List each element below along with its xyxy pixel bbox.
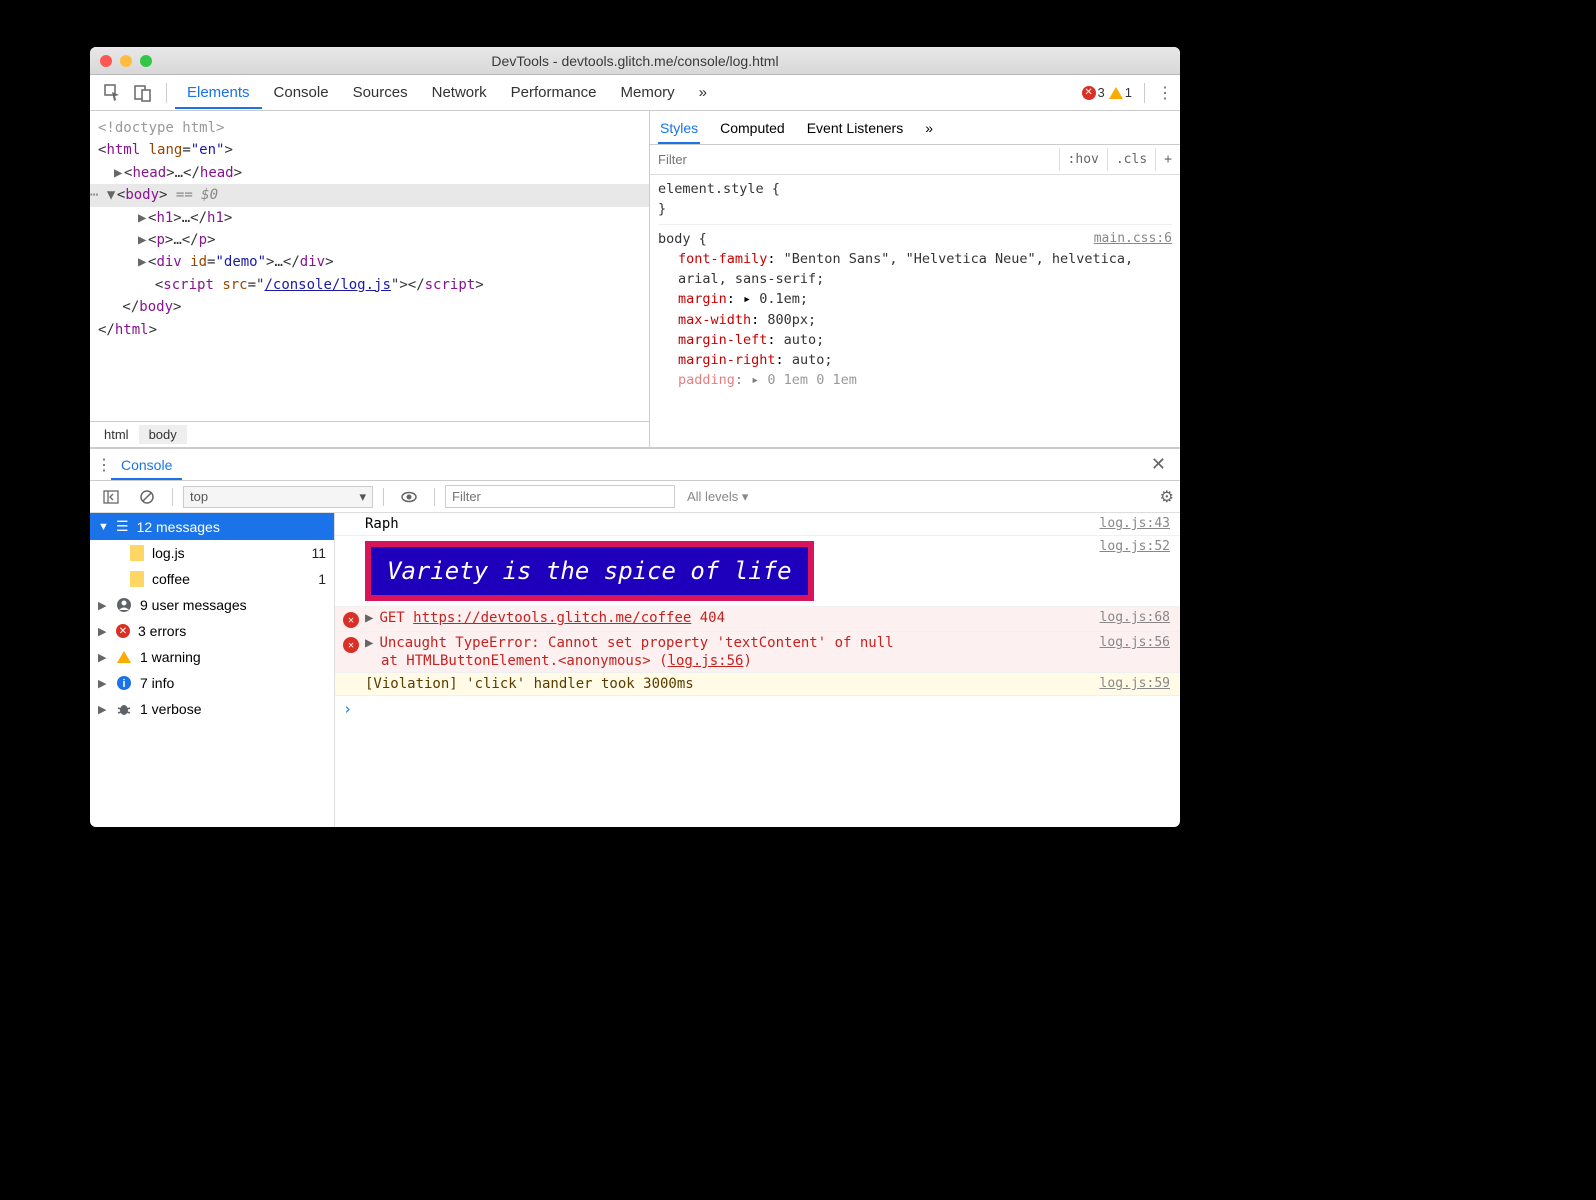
stab-more[interactable]: » — [923, 112, 935, 144]
log-message[interactable]: Raph log.js:43 — [335, 513, 1180, 536]
drawer-close-icon[interactable]: ✕ — [1143, 450, 1174, 479]
elements-panel: <!doctype html> <html lang="en"> ▶<head>… — [90, 111, 650, 447]
sidebar-user-messages[interactable]: ▶ 9 user messages — [90, 592, 334, 618]
log-levels-select[interactable]: All levels ▾ — [681, 487, 754, 507]
source-link[interactable]: log.js:43 — [1100, 516, 1170, 531]
main-panel: <!doctype html> <html lang="en"> ▶<head>… — [90, 111, 1180, 447]
add-rule-button[interactable]: + — [1155, 148, 1180, 171]
main-toolbar: Elements Console Sources Network Perform… — [90, 75, 1180, 111]
error-icon: ✕ — [116, 624, 130, 638]
console-sidebar: ▼ ☰ 12 messages log.js 11 coffee 1 ▶ — [90, 513, 335, 827]
styles-tabs: Styles Computed Event Listeners » — [650, 111, 1180, 145]
tab-sources[interactable]: Sources — [341, 76, 420, 109]
list-icon: ☰ — [116, 518, 129, 535]
tab-elements[interactable]: Elements — [175, 76, 262, 109]
sidebar-file-logjs[interactable]: log.js 11 — [90, 540, 334, 566]
clear-console-icon[interactable] — [136, 486, 158, 508]
network-error-message[interactable]: ✕ ▶ GET https://devtools.glitch.me/coffe… — [335, 607, 1180, 632]
sidebar-file-coffee[interactable]: coffee 1 — [90, 566, 334, 592]
warning-count[interactable]: 1 — [1109, 85, 1132, 100]
context-select[interactable]: top▾ — [183, 486, 373, 508]
menu-icon[interactable]: ⋮ — [1157, 83, 1172, 103]
styles-filter-input[interactable] — [650, 148, 1059, 171]
error-count[interactable]: ✕3 — [1082, 85, 1105, 100]
console-body: ▼ ☰ 12 messages log.js 11 coffee 1 ▶ — [90, 513, 1180, 827]
sidebar-errors[interactable]: ▶ ✕ 3 errors — [90, 618, 334, 644]
eye-icon[interactable] — [398, 486, 420, 508]
inspect-icon[interactable] — [102, 82, 124, 104]
styles-panel: Styles Computed Event Listeners » :hov .… — [650, 111, 1180, 447]
html-close[interactable]: </html> — [90, 319, 649, 341]
crumb-html[interactable]: html — [94, 425, 139, 444]
body-rule[interactable]: main.css:6 body { font-family: "Benton S… — [658, 224, 1172, 391]
warning-icon — [116, 649, 132, 665]
window-title: DevTools - devtools.glitch.me/console/lo… — [90, 53, 1180, 69]
info-icon: i — [116, 675, 132, 691]
breadcrumb: html body — [90, 421, 649, 447]
rule-source-link[interactable]: main.css:6 — [1094, 229, 1172, 249]
traffic-lights — [100, 55, 152, 67]
hov-button[interactable]: :hov — [1059, 148, 1107, 171]
sidebar-verbose[interactable]: ▶ 1 verbose — [90, 696, 334, 722]
tab-network[interactable]: Network — [420, 76, 499, 109]
source-link[interactable]: log.js:68 — [1100, 610, 1170, 625]
devtools-window: DevTools - devtools.glitch.me/console/lo… — [90, 47, 1180, 827]
head-node[interactable]: ▶<head>…</head> — [90, 162, 649, 184]
tabs-more[interactable]: » — [687, 76, 719, 109]
sidebar-messages[interactable]: ▼ ☰ 12 messages — [90, 513, 334, 540]
source-link[interactable]: log.js:59 — [1100, 676, 1170, 691]
sidebar-toggle-icon[interactable] — [100, 486, 122, 508]
source-link[interactable]: log.js:56 — [1100, 635, 1170, 650]
close-icon[interactable] — [100, 55, 112, 67]
minimize-icon[interactable] — [120, 55, 132, 67]
file-icon — [130, 545, 144, 561]
sidebar-info[interactable]: ▶ i 7 info — [90, 670, 334, 696]
html-open[interactable]: <html lang="en"> — [90, 139, 649, 161]
dom-tree[interactable]: <!doctype html> <html lang="en"> ▶<head>… — [90, 111, 649, 421]
h1-node[interactable]: ▶<h1>…</h1> — [90, 207, 649, 229]
file-icon — [130, 571, 144, 587]
crumb-body[interactable]: body — [139, 425, 187, 444]
device-icon[interactable] — [132, 82, 154, 104]
console-toolbar: top▾ All levels ▾ ⚙ — [90, 481, 1180, 513]
drawer-menu-icon[interactable]: ⋮ — [96, 455, 111, 475]
styled-log-text: Variety is the spice of life — [365, 541, 814, 601]
body-node[interactable]: ⋯ ▼<body> == $0 — [90, 184, 649, 206]
typeerror-message[interactable]: log.js:56 ✕ ▶ Uncaught TypeError: Cannot… — [335, 632, 1180, 673]
console-drawer: ⋮ Console ✕ top▾ All levels ▾ ⚙ ▼ ☰ 12 m… — [90, 447, 1180, 827]
console-messages: Raph log.js:43 log.js:52 Variety is the … — [335, 513, 1180, 827]
tab-console[interactable]: Console — [262, 76, 341, 109]
body-close[interactable]: </body> — [90, 296, 649, 318]
error-icon: ✕ — [343, 612, 359, 628]
styled-log-message[interactable]: log.js:52 Variety is the spice of life — [335, 536, 1180, 607]
div-demo-node[interactable]: ▶<div id="demo">…</div> — [90, 251, 649, 273]
user-icon — [116, 597, 132, 613]
p-node[interactable]: ▶<p>…</p> — [90, 229, 649, 251]
sidebar-warnings[interactable]: ▶ 1 warning — [90, 644, 334, 670]
violation-message[interactable]: [Violation] 'click' handler took 3000ms … — [335, 673, 1180, 696]
styles-filter-row: :hov .cls + — [650, 145, 1180, 175]
stab-computed[interactable]: Computed — [718, 112, 787, 144]
zoom-icon[interactable] — [140, 55, 152, 67]
stab-listeners[interactable]: Event Listeners — [805, 112, 906, 144]
console-prompt[interactable]: › — [335, 696, 1180, 722]
script-node[interactable]: <script src="/console/log.js"></script> — [90, 274, 649, 296]
tab-performance[interactable]: Performance — [499, 76, 609, 109]
tab-memory[interactable]: Memory — [609, 76, 687, 109]
doctype-node: <!doctype html> — [98, 120, 224, 136]
drawer-tab-console[interactable]: Console — [111, 450, 182, 480]
cls-button[interactable]: .cls — [1107, 148, 1155, 171]
styles-body[interactable]: element.style { } main.css:6 body { font… — [650, 175, 1180, 447]
bug-icon — [116, 701, 132, 717]
svg-text:i: i — [122, 678, 125, 690]
console-filter-input[interactable] — [445, 485, 675, 508]
element-style-rule[interactable]: element.style { } — [658, 179, 1172, 220]
gear-icon[interactable]: ⚙ — [1160, 487, 1174, 507]
drawer-tabs: ⋮ Console ✕ — [90, 449, 1180, 481]
title-bar: DevTools - devtools.glitch.me/console/lo… — [90, 47, 1180, 75]
stab-styles[interactable]: Styles — [658, 112, 700, 144]
error-icon: ✕ — [343, 637, 359, 653]
source-link[interactable]: log.js:52 — [1100, 539, 1170, 554]
